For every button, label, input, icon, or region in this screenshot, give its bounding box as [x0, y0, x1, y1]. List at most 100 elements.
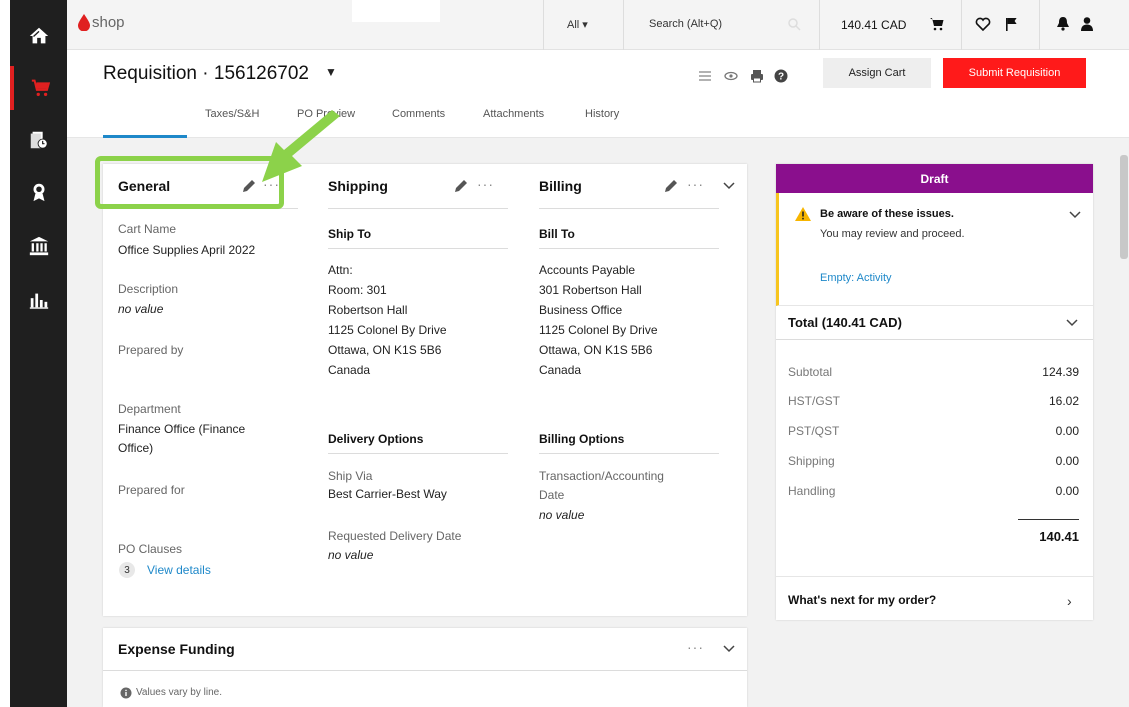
empty-activity-link[interactable]: Empty: Activity	[820, 272, 892, 284]
chevron-down-icon[interactable]	[1066, 319, 1078, 327]
department-label: Department	[118, 402, 181, 416]
expense-more-icon[interactable]: ···	[687, 639, 704, 655]
hst-gst-value: 16.02	[1048, 394, 1079, 408]
home-icon[interactable]	[10, 14, 67, 58]
help-icon[interactable]: ?	[773, 68, 789, 84]
tab-attachments[interactable]: Attachments	[483, 108, 544, 120]
ship-to-line: Room: 301	[328, 283, 387, 297]
divider	[819, 0, 820, 50]
expense-funding-card: Expense Funding ··· Values vary by line.	[103, 628, 747, 707]
active-tab-indicator	[103, 135, 187, 138]
search-icon[interactable]	[787, 17, 801, 31]
txn-date-label-line2: Date	[539, 488, 565, 502]
expense-note: Values vary by line.	[136, 687, 222, 698]
chevron-right-icon: ›	[1067, 593, 1072, 609]
user-icon[interactable]	[1079, 16, 1095, 32]
cart-icon[interactable]	[10, 66, 67, 110]
requisition-header: Requisition · 156126702 ▼ ? Assign Cart …	[67, 50, 1129, 138]
cart-total[interactable]: 140.41 CAD	[841, 18, 906, 32]
divider	[328, 248, 508, 249]
shipping-value: 0.00	[1055, 454, 1079, 468]
documents-clock-icon[interactable]	[10, 118, 67, 162]
search-input[interactable]: Search (Alt+Q)	[649, 18, 722, 30]
department-value-line2: Office)	[118, 441, 154, 455]
warning-title: Be aware of these issues.	[820, 208, 954, 220]
title-dropdown-caret[interactable]: ▼	[325, 65, 337, 79]
pst-qst-value: 0.00	[1055, 424, 1079, 438]
prepared-for-label: Prepared for	[118, 483, 185, 497]
award-ribbon-icon[interactable]	[10, 170, 67, 214]
total-divider	[1018, 519, 1079, 520]
tab-comments[interactable]: Comments	[392, 108, 445, 120]
assign-cart-button[interactable]: Assign Cart	[823, 58, 931, 88]
bell-icon[interactable]	[1055, 16, 1071, 32]
billing-more-icon[interactable]: ···	[687, 176, 704, 192]
eye-icon[interactable]	[723, 68, 739, 84]
divider	[539, 248, 719, 249]
bill-to-line: Business Office	[539, 303, 623, 317]
po-clauses-label: PO Clauses	[118, 542, 183, 556]
heart-icon[interactable]	[975, 16, 991, 32]
ship-to-line: Attn:	[328, 263, 353, 277]
bank-icon[interactable]	[10, 224, 67, 268]
divider	[623, 0, 624, 50]
logo-drop-icon	[78, 14, 90, 31]
divider	[776, 339, 1093, 340]
submit-requisition-button[interactable]: Submit Requisition	[943, 58, 1086, 88]
ship-to-title: Ship To	[328, 227, 372, 241]
ship-via-label: Ship Via	[328, 469, 373, 483]
delivery-options-title: Delivery Options	[328, 432, 424, 446]
scrollbar-thumb[interactable]	[1120, 155, 1128, 259]
list-icon[interactable]	[697, 68, 713, 84]
bill-to-title: Bill To	[539, 227, 575, 241]
billing-title: Billing	[539, 178, 582, 194]
divider	[328, 208, 508, 209]
search-scope-dropdown[interactable]: All ▾	[567, 18, 588, 31]
description-label: Description	[118, 282, 179, 296]
handling-value: 0.00	[1055, 484, 1079, 498]
left-nav-rail	[10, 0, 67, 707]
department-value-line1: Finance Office (Finance	[118, 422, 246, 436]
requested-delivery-value: no value	[328, 548, 374, 562]
grand-total-value: 140.41	[1039, 529, 1079, 544]
description-value: no value	[118, 302, 164, 316]
expense-funding-title: Expense Funding	[118, 641, 235, 657]
hst-gst-label: HST/GST	[788, 394, 841, 408]
bar-chart-icon[interactable]	[10, 278, 67, 322]
divider	[539, 453, 719, 454]
edit-billing-pencil-icon[interactable]	[663, 178, 679, 194]
requisition-details-card: General ··· Cart Name Office Supplies Ap…	[103, 164, 747, 616]
warning-panel: Be aware of these issues. You may review…	[776, 193, 1093, 306]
subtotal-value: 124.39	[1042, 365, 1079, 379]
info-icon	[120, 687, 132, 699]
whats-next-row[interactable]: What's next for my order? ›	[776, 576, 1093, 620]
eshop-logo[interactable]: shop	[77, 13, 125, 31]
cart-name-value: Office Supplies April 2022	[118, 243, 256, 257]
edit-shipping-pencil-icon[interactable]	[453, 178, 469, 194]
handling-label: Handling	[788, 484, 836, 498]
bill-to-line: Accounts Payable	[539, 263, 636, 277]
flag-icon[interactable]	[1003, 16, 1019, 32]
ship-to-line: Canada	[328, 363, 371, 377]
collapse-chevron-icon[interactable]	[723, 645, 735, 653]
view-details-link[interactable]: View details	[147, 560, 211, 580]
ship-via-value: Best Carrier-Best Way	[328, 487, 447, 501]
divider	[103, 670, 747, 671]
collapse-chevron-icon[interactable]	[723, 182, 735, 190]
bill-to-line: Canada	[539, 363, 582, 377]
txn-date-label-line1: Transaction/Accounting	[539, 469, 664, 483]
page-title: Requisition · 156126702	[103, 63, 309, 84]
requested-delivery-label: Requested Delivery Date	[328, 529, 462, 543]
tab-history[interactable]: History	[585, 108, 619, 120]
subtotal-label: Subtotal	[788, 365, 833, 379]
cart-icon[interactable]	[929, 16, 945, 32]
whats-next-label: What's next for my order?	[788, 593, 937, 607]
print-icon[interactable]	[749, 68, 765, 84]
bill-to-line: 1125 Colonel By Drive	[539, 323, 658, 337]
ship-to-line: Ottawa, ON K1S 5B6	[328, 343, 442, 357]
top-bar: shop All ▾ Search (Alt+Q) 140.41 CAD	[67, 0, 1129, 50]
shipping-more-icon[interactable]: ···	[477, 176, 494, 192]
chevron-down-icon[interactable]	[1069, 211, 1081, 219]
po-clauses-count-badge: 3	[119, 562, 135, 578]
svg-text:?: ?	[778, 72, 784, 83]
